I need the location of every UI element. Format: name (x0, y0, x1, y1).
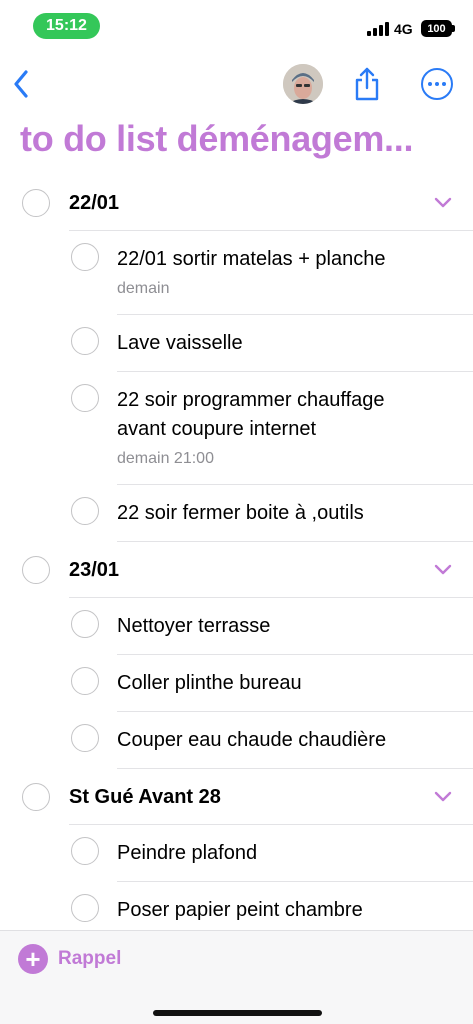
complete-checkbox[interactable] (71, 724, 99, 752)
reminder-row[interactable]: Lave vaisselle (0, 315, 473, 372)
reminder-title: Nettoyer terrasse (117, 615, 271, 637)
status-bar: 15:12 4G 100 (0, 0, 473, 50)
reminder-row[interactable]: 22 soir fermer boite à ,outils (0, 485, 473, 542)
reminder-title: 22 soir programmer chauffage avant coupu… (117, 389, 385, 440)
chevron-down-icon[interactable] (434, 789, 452, 803)
reminder-title: 22/01 sortir matelas + planche (117, 248, 386, 270)
reminder-row[interactable]: Coller plinthe bureau (0, 655, 473, 712)
complete-checkbox[interactable] (71, 384, 99, 412)
complete-checkbox[interactable] (71, 497, 99, 525)
add-reminder-label: Rappel (58, 948, 122, 969)
reminder-row[interactable]: 22/01 sortir matelas + planche demain (0, 231, 473, 315)
reminder-title: Couper eau chaude chaudière (117, 729, 387, 751)
network-type: 4G (394, 21, 413, 37)
complete-checkbox[interactable] (22, 189, 50, 217)
reminder-due-date: demain 21:00 (117, 450, 214, 467)
more-button[interactable] (421, 68, 453, 100)
nav-bar (0, 58, 473, 110)
battery-tip (452, 25, 455, 32)
reminder-title: 22 soir fermer boite à ,outils (117, 502, 364, 524)
reminder-row[interactable]: Peindre plafond (0, 825, 473, 882)
chevron-down-icon[interactable] (434, 195, 452, 209)
reminder-row[interactable]: Nettoyer terrasse (0, 598, 473, 655)
home-indicator (153, 1010, 322, 1016)
avatar[interactable] (283, 64, 323, 104)
complete-checkbox[interactable] (22, 556, 50, 584)
reminder-row[interactable]: Couper eau chaude chaudière (0, 712, 473, 769)
status-time: 15:12 (33, 13, 100, 39)
complete-checkbox[interactable] (71, 837, 99, 865)
group-title: 23/01 (69, 559, 120, 581)
reminder-row[interactable]: 22 soir programmer chauffage avant coupu… (0, 372, 473, 485)
complete-checkbox[interactable] (71, 667, 99, 695)
signal-icon (367, 22, 389, 36)
battery-icon: 100 (421, 20, 452, 37)
bottom-bar: + Rappel (0, 930, 473, 1024)
share-button[interactable] (350, 62, 384, 106)
add-reminder-button[interactable]: + Rappel (18, 943, 121, 975)
reminder-title: Peindre plafond (117, 842, 258, 864)
complete-checkbox[interactable] (71, 894, 99, 922)
reminder-title: Lave vaisselle (117, 332, 243, 354)
group-row[interactable]: 22/01 (0, 175, 473, 231)
plus-circle-icon: + (18, 944, 48, 974)
list-title: to do list déménagem... (20, 118, 414, 159)
chevron-left-icon (14, 70, 28, 98)
back-button[interactable] (6, 66, 36, 102)
complete-checkbox[interactable] (71, 243, 99, 271)
complete-checkbox[interactable] (71, 327, 99, 355)
reminders-list: 22/01 22/01 sortir matelas + planche demai… (0, 175, 473, 939)
chevron-down-icon[interactable] (434, 562, 452, 576)
reminder-title: Poser papier peint chambre (117, 899, 363, 921)
group-row[interactable]: St Gué Avant 28 (0, 769, 473, 825)
group-row[interactable]: 23/01 (0, 542, 473, 598)
ellipsis-icon (428, 82, 432, 86)
group-title: St Gué Avant 28 (69, 786, 221, 808)
group-title: 22/01 (69, 192, 120, 214)
avatar-image (283, 64, 323, 104)
reminder-due-date: demain (117, 280, 170, 297)
complete-checkbox[interactable] (22, 783, 50, 811)
complete-checkbox[interactable] (71, 610, 99, 638)
share-icon (355, 67, 379, 101)
reminder-title: Coller plinthe bureau (117, 672, 302, 694)
